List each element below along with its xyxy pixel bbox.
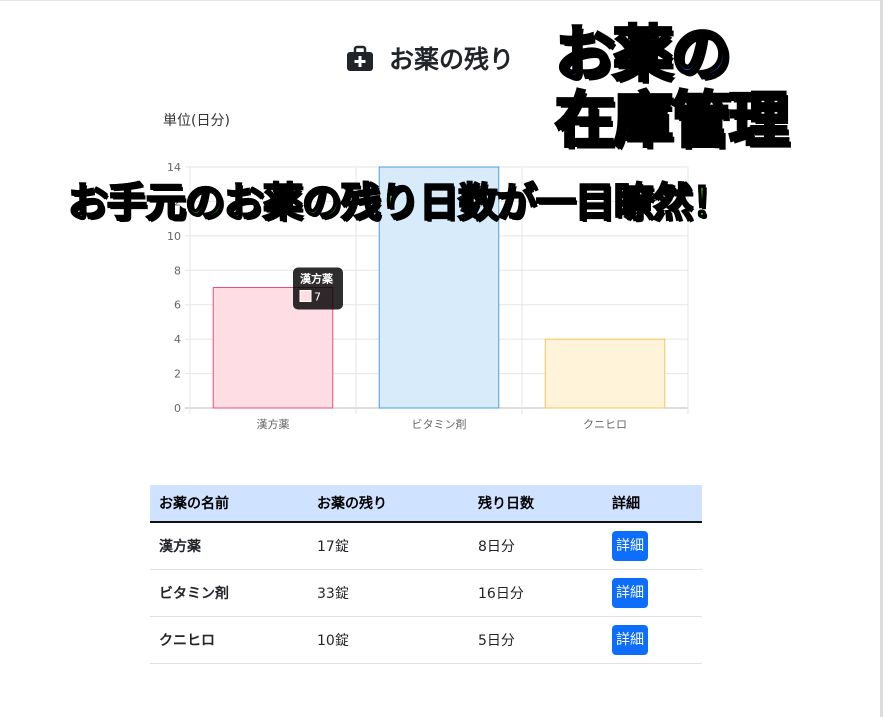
table-row: クニヒロ 10錠 5日分 詳細: [150, 616, 702, 664]
table-header-row: お薬の名前 お薬の残り 残り日数 詳細: [150, 485, 702, 523]
medical-kit-icon: [347, 45, 373, 71]
y-tick-label: 8: [174, 264, 181, 277]
medicine-days: 5日分: [469, 616, 603, 664]
y-tick-label: 6: [174, 299, 181, 312]
y-tick-label: 10: [167, 230, 181, 243]
header-days: 残り日数: [469, 485, 603, 523]
promo-subtitle: お手元のお薬の残り日数が一目瞭然！: [67, 179, 733, 227]
medicine-remaining: 17錠: [308, 522, 469, 570]
medicine-name: 漢方薬: [150, 522, 308, 570]
promo-headline-line1: お薬の: [554, 20, 733, 90]
header-detail: 詳細: [603, 485, 702, 523]
table-row: 漢方薬 17錠 8日分 詳細: [150, 522, 702, 570]
y-axis-label: 単位(日分): [163, 113, 230, 129]
detail-button[interactable]: 詳細: [612, 624, 648, 655]
bar: [544, 338, 666, 409]
tooltip-value: 7: [314, 291, 321, 304]
page-header: お薬の残り: [345, 40, 514, 76]
x-tick-label: 漢方薬: [257, 417, 290, 431]
promo-headline-line2: 在庫管理: [554, 86, 791, 156]
header-remaining: お薬の残り: [308, 485, 469, 523]
y-tick-label: 4: [174, 333, 181, 346]
y-tick-label: 0: [174, 402, 181, 415]
medicine-days: 8日分: [469, 522, 603, 570]
x-tick-label: クニヒロ: [583, 418, 627, 431]
promo-headline: お薬の 在庫管理: [554, 20, 855, 156]
tooltip-swatch: [299, 290, 312, 302]
medicine-days: 16日分: [469, 569, 603, 617]
detail-button[interactable]: 詳細: [612, 577, 648, 608]
medicine-remaining: 10錠: [308, 616, 469, 664]
y-tick-label: 14: [167, 161, 181, 174]
header-name: お薬の名前: [150, 485, 308, 523]
table-row: ビタミン剤 33錠 16日分 詳細: [150, 569, 702, 617]
page-title: お薬の残り: [389, 45, 515, 74]
medicine-remaining: 33錠: [308, 569, 469, 617]
y-tick-label: 2: [174, 368, 181, 381]
x-tick-label: ビタミン剤: [412, 417, 467, 431]
tooltip-title: 漢方薬: [300, 272, 334, 286]
medicine-name: クニヒロ: [150, 616, 308, 664]
medicine-name: ビタミン剤: [150, 569, 308, 617]
detail-button[interactable]: 詳細: [612, 530, 648, 561]
medicine-table: お薬の名前 お薬の残り 残り日数 詳細 漢方薬 17錠 8日分 詳細 ビタミン剤…: [150, 485, 702, 664]
